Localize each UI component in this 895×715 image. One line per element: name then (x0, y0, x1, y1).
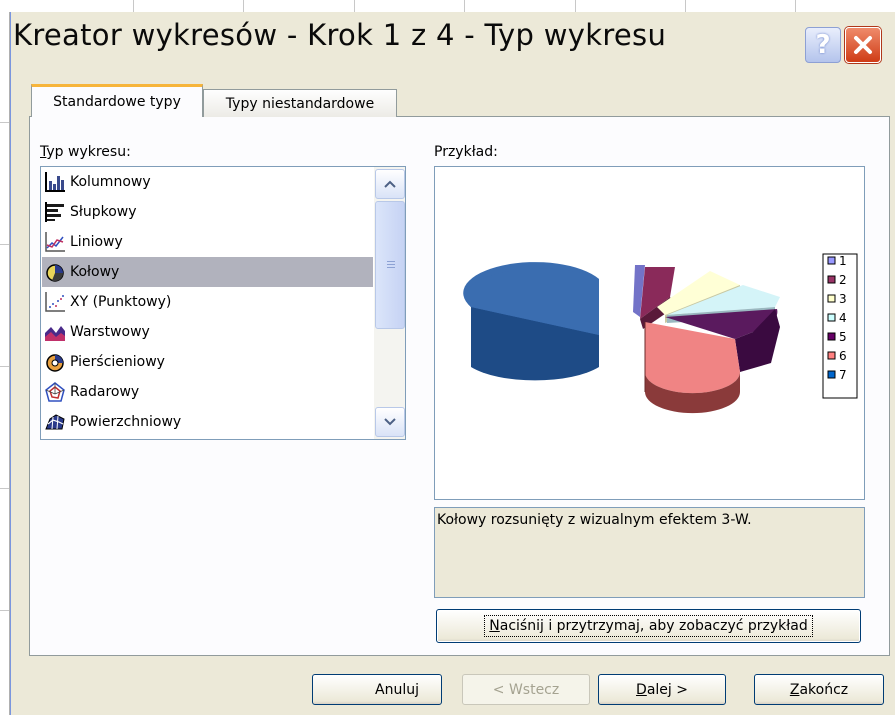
column-gridline (243, 0, 244, 12)
legend-swatch-2 (827, 275, 836, 284)
pie-chart-icon (43, 260, 67, 284)
legend-swatch-7 (827, 370, 836, 379)
legend-label-2: 2 (839, 273, 847, 287)
close-icon (854, 36, 872, 54)
back-button[interactable]: < Wstecz (462, 674, 590, 705)
scroll-up-button[interactable] (375, 169, 405, 199)
press-and-hold-preview-button[interactable]: Naciśnij i przytrzymaj, aby zobaczyć prz… (436, 609, 861, 643)
surface-chart-icon (43, 410, 67, 434)
scroll-down-button[interactable] (375, 407, 405, 437)
chart-legend: 1 2 3 4 5 6 7 (822, 253, 858, 399)
tab-label: Typy niestandardowe (225, 95, 375, 112)
column-gridline (133, 0, 134, 12)
scroll-thumb[interactable] (375, 201, 405, 329)
label-text: akończ (799, 681, 849, 698)
doughnut-chart-icon (43, 350, 67, 374)
chart-wizard-dialog: Kreator wykresów - Krok 1 z 4 - Typ wykr… (10, 12, 895, 715)
button-label: Zakończ (790, 682, 848, 698)
list-item-label: Słupkowy (70, 204, 137, 220)
tab-custom-types[interactable]: Typy niestandardowe (203, 89, 397, 117)
title-bar[interactable]: Kreator wykresów - Krok 1 z 4 - Typ wykr… (11, 12, 895, 67)
chart-type-label: Typ wykresu: (40, 144, 131, 160)
area-chart-icon (43, 320, 67, 344)
legend-label-5: 5 (839, 330, 847, 344)
list-item-liniowy[interactable]: Liniowy (42, 227, 373, 257)
list-item-slupkowy[interactable]: Słupkowy (42, 197, 373, 227)
column-gridline (354, 0, 355, 12)
label-text: yp wykresu: (46, 144, 131, 160)
chart-description: Kołowy rozsunięty z wizualnym efektem 3-… (434, 507, 865, 598)
button-label: Anuluj (375, 681, 419, 698)
button-label: Dalej > (636, 682, 688, 698)
pie-slice-7 (463, 262, 599, 381)
list-item-pierscieniowy[interactable]: Pierścieniowy (42, 347, 373, 377)
column-gridline (464, 0, 465, 12)
close-button[interactable] (845, 27, 881, 63)
chevron-down-icon (384, 418, 396, 426)
label-text: aciśnij i przytrzymaj, aby zobaczyć przy… (499, 618, 808, 634)
list-item-label: Kolumnowy (70, 174, 151, 190)
legend-label-7: 7 (839, 368, 847, 382)
list-item-powierzchniowy[interactable]: Powierzchniowy (42, 407, 373, 437)
description-text: Kołowy rozsunięty z wizualnym efektem 3-… (437, 512, 752, 528)
chart-type-list[interactable]: Kolumnowy Słupkowy Liniowy Kołowy XY (Pu… (40, 166, 406, 440)
label-text: alej > (646, 681, 688, 698)
scroll-grip (387, 261, 395, 269)
button-label: Naciśnij i przytrzymaj, aby zobaczyć prz… (484, 615, 813, 637)
legend-label-3: 3 (839, 292, 847, 306)
list-item-radarowy[interactable]: Radarowy (42, 377, 373, 407)
mnemonic: N (489, 618, 500, 634)
list-item-kolowy[interactable]: Kołowy (42, 257, 373, 287)
legend-swatch-3 (827, 294, 836, 303)
exploded-3d-pie-preview: 1 2 3 4 5 6 7 (463, 253, 858, 414)
list-item-kolumnowy[interactable]: Kolumnowy (42, 167, 373, 197)
legend-label-6: 6 (839, 349, 847, 363)
list-item-label: Powierzchniowy (70, 414, 182, 430)
cancel-button[interactable]: Anuluj (312, 674, 442, 705)
bar-chart-icon (43, 200, 67, 224)
finish-button[interactable]: Zakończ (754, 674, 884, 705)
help-button[interactable]: ? (805, 27, 841, 63)
legend-label-4: 4 (839, 311, 847, 325)
list-item-warstwowy[interactable]: Warstwowy (42, 317, 373, 347)
list-item-xy-punktowy[interactable]: XY (Punktowy) (42, 287, 373, 317)
list-item-label: Radarowy (70, 384, 140, 400)
tab-standard-types[interactable]: Standardowe typy (31, 84, 203, 117)
dialog-title: Kreator wykresów - Krok 1 z 4 - Typ wykr… (13, 18, 667, 52)
scatter-chart-icon (43, 290, 67, 314)
legend-swatch-1 (827, 256, 836, 265)
line-chart-icon (43, 230, 67, 254)
list-scrollbar[interactable] (374, 167, 405, 439)
list-item-label: Warstwowy (70, 324, 150, 340)
list-item-label: Liniowy (70, 234, 123, 250)
legend-label-1: 1 (839, 254, 847, 268)
column-chart-icon (43, 170, 67, 194)
tab-label: Standardowe typy (53, 94, 181, 110)
column-gridline (685, 0, 686, 12)
legend-swatch-6 (827, 351, 836, 360)
column-gridline (795, 0, 796, 12)
legend-swatch-5 (827, 332, 836, 341)
list-item-label: Kołowy (70, 264, 120, 280)
next-button[interactable]: Dalej > (598, 674, 726, 705)
column-gridline (575, 0, 576, 12)
chevron-up-icon (384, 180, 396, 188)
list-item-label: Pierścieniowy (70, 354, 165, 370)
radar-chart-icon (43, 380, 67, 404)
button-label: < Wstecz (492, 681, 560, 698)
mnemonic: D (636, 681, 647, 698)
legend-swatch-4 (827, 313, 836, 322)
mnemonic: Z (789, 681, 800, 698)
list-item-label: XY (Punktowy) (70, 294, 172, 310)
preview-label: Przykład: (434, 144, 498, 160)
help-icon: ? (815, 30, 831, 60)
chart-preview: 1 2 3 4 5 6 7 (434, 166, 865, 500)
